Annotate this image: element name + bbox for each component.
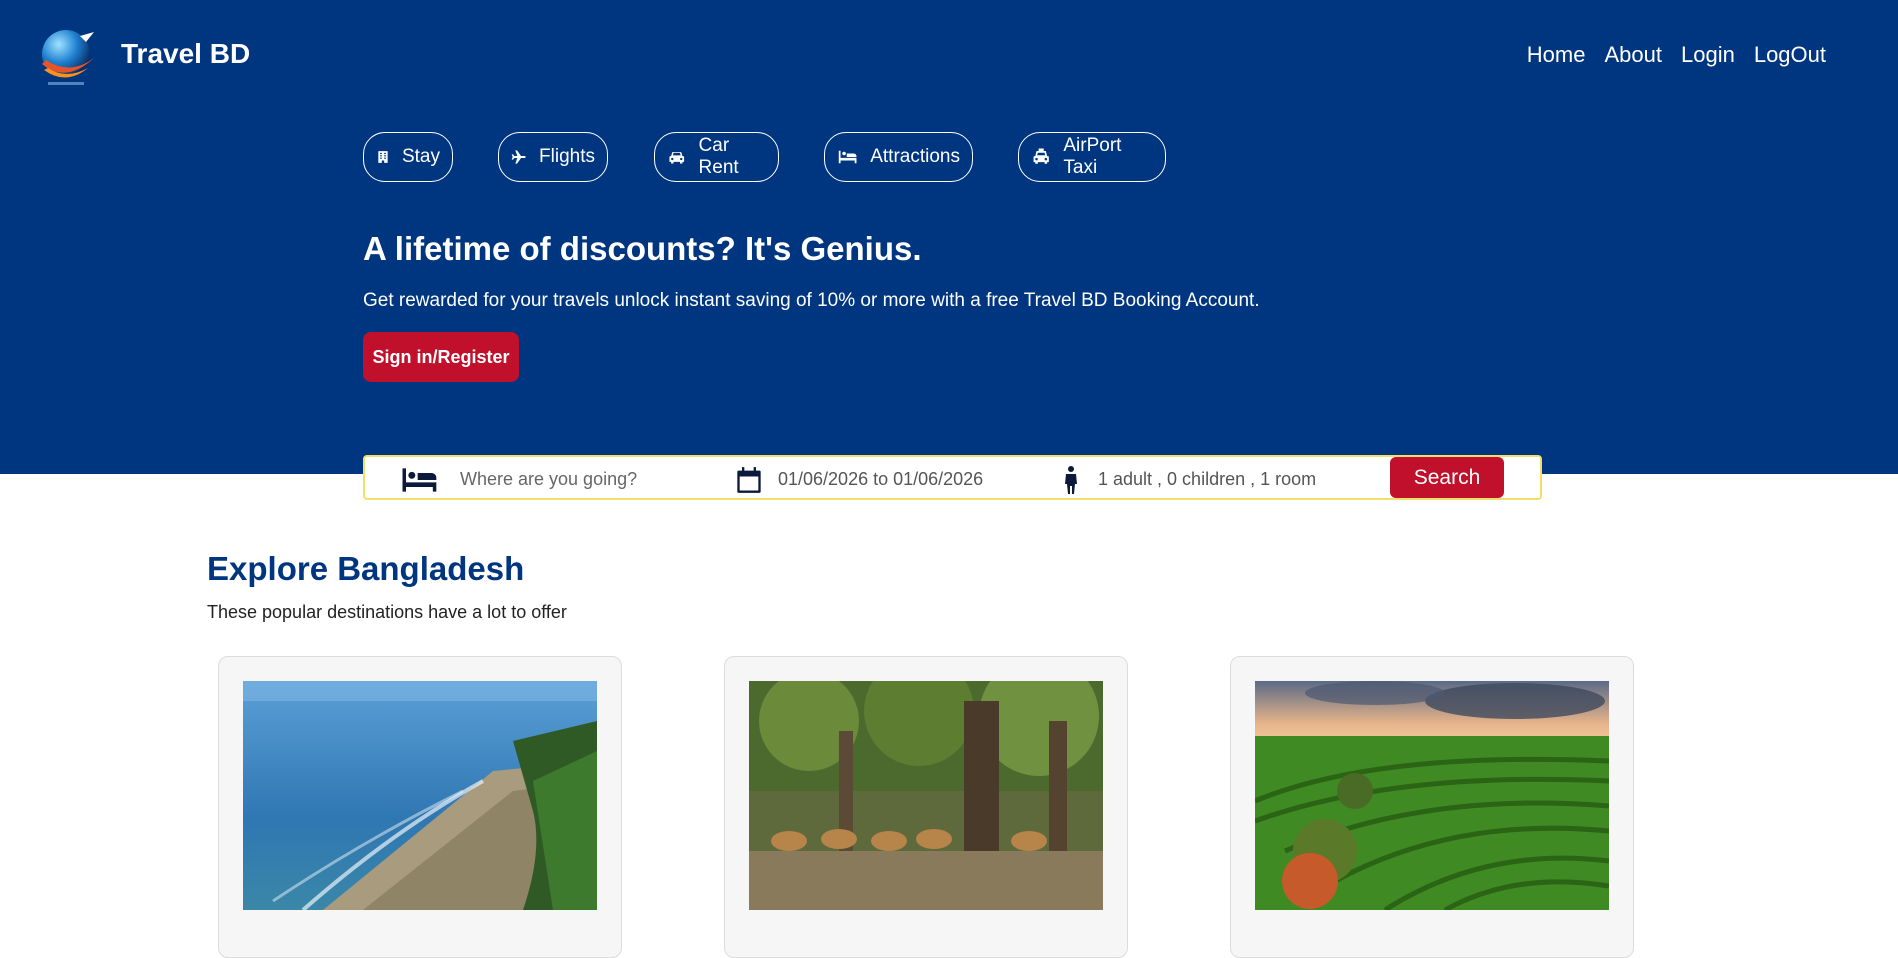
hero-subtext: Get rewarded for your travels unlock ins…	[363, 290, 1260, 311]
section-title: Explore Bangladesh	[207, 550, 525, 587]
building-icon	[378, 151, 388, 163]
nav-logout[interactable]: LogOut	[1754, 42, 1826, 68]
nav-home[interactable]: Home	[1527, 42, 1586, 68]
tab-car-rent[interactable]: Car Rent	[654, 132, 779, 182]
hero-headline: A lifetime of discounts? It's Genius.	[363, 230, 922, 267]
tab-flights-label: Flights	[539, 146, 595, 167]
hero-banner: Travel BD Home About Login LogOut Stay F…	[0, 0, 1898, 474]
tab-car-rent-label: Car Rent	[698, 135, 739, 178]
tab-stay[interactable]: Stay	[363, 132, 453, 182]
brand-name[interactable]: Travel BD	[121, 38, 250, 70]
top-nav: Home About Login LogOut	[1527, 42, 1826, 68]
globe-logo-icon	[42, 30, 94, 85]
deer-forest-photo	[749, 681, 1103, 910]
search-button[interactable]: Search	[1390, 457, 1504, 498]
tea-garden-photo	[1255, 681, 1609, 910]
bed-icon	[838, 150, 857, 164]
tab-attractions-label: Attractions	[870, 146, 960, 167]
destination-card-beach[interactable]	[218, 656, 622, 958]
bed-icon	[402, 468, 437, 492]
search-bar: 01/06/2026 to 01/06/2026 1 adult , 0 chi…	[363, 455, 1542, 500]
destination-card-forest[interactable]	[724, 656, 1128, 958]
brand-logo[interactable]	[36, 24, 100, 88]
calendar-icon	[737, 467, 761, 493]
plane-icon	[511, 150, 526, 164]
nav-login[interactable]: Login	[1681, 42, 1735, 68]
beach-photo	[243, 681, 597, 910]
tab-attractions[interactable]: Attractions	[824, 132, 973, 182]
sign-in-register-button[interactable]: Sign in/Register	[363, 332, 519, 382]
nav-about[interactable]: About	[1604, 42, 1662, 68]
person-icon	[1065, 466, 1077, 494]
tab-airport-taxi-label: AirPort Taxi	[1063, 135, 1122, 178]
taxi-icon	[1033, 148, 1049, 164]
tab-stay-label: Stay	[401, 146, 440, 167]
section-subtitle: These popular destinations have a lot to…	[207, 602, 567, 622]
tab-flights[interactable]: Flights	[498, 132, 608, 182]
car-icon	[669, 152, 685, 164]
destination-input[interactable]	[458, 465, 722, 493]
destination-card-tea-garden[interactable]	[1230, 656, 1634, 958]
date-range-field[interactable]: 01/06/2026 to 01/06/2026	[778, 469, 983, 490]
guests-field[interactable]: 1 adult , 0 children , 1 room	[1098, 469, 1316, 490]
tab-airport-taxi[interactable]: AirPort Taxi	[1018, 132, 1166, 182]
